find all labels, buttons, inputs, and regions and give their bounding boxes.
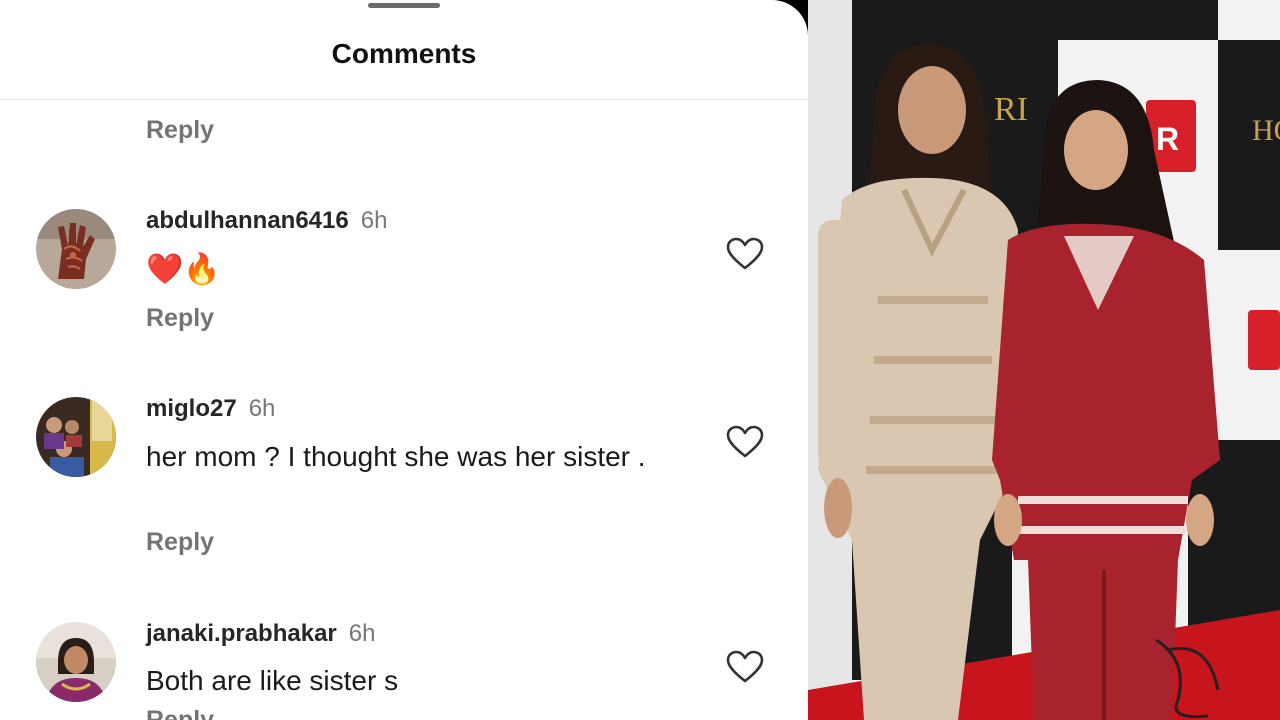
comment-username[interactable]: janaki.prabhakar 6h: [146, 620, 375, 648]
heart-outline-icon[interactable]: [726, 650, 764, 684]
comment-text: ❤️🔥: [146, 253, 221, 286]
drag-handle[interactable]: [368, 3, 440, 8]
heart-outline-icon[interactable]: [726, 237, 764, 271]
comment-time: 6h: [360, 207, 388, 234]
backdrop-text: R: [1156, 121, 1179, 157]
reply-button[interactable]: Reply: [146, 116, 214, 145]
username-text[interactable]: abdulhannan6416: [146, 207, 349, 234]
reply-button[interactable]: Reply: [146, 706, 214, 720]
header-divider: [0, 99, 808, 100]
reply-button[interactable]: Reply: [146, 304, 214, 333]
woman-portrait-avatar[interactable]: [36, 622, 116, 702]
red-carpet-photo: RI R HO: [808, 0, 1280, 720]
username-text[interactable]: janaki.prabhakar: [146, 620, 337, 647]
sheet-title: Comments: [331, 38, 477, 69]
event-photo: RI R HO: [808, 0, 1280, 720]
comment-time: 6h: [248, 395, 276, 422]
backdrop-text: RI: [994, 91, 1028, 128]
comment-time: 6h: [348, 620, 376, 647]
backdrop-text: HO: [1252, 114, 1280, 147]
henna-hand-avatar[interactable]: [36, 209, 116, 289]
comment-text: her mom ? I thought she was her sister .: [146, 441, 646, 472]
comment-text: Both are like sister s: [146, 665, 399, 696]
reply-button[interactable]: Reply: [146, 528, 214, 557]
group-photo-avatar[interactable]: [36, 397, 116, 477]
username-text[interactable]: miglo27: [146, 395, 237, 422]
comment-username[interactable]: abdulhannan6416 6h: [146, 207, 387, 235]
comment-username[interactable]: miglo27 6h: [146, 395, 275, 423]
comments-sheet: Comments Reply abdulhannan6416 6h ❤️🔥 Rep…: [0, 0, 808, 720]
heart-outline-icon[interactable]: [726, 425, 764, 459]
